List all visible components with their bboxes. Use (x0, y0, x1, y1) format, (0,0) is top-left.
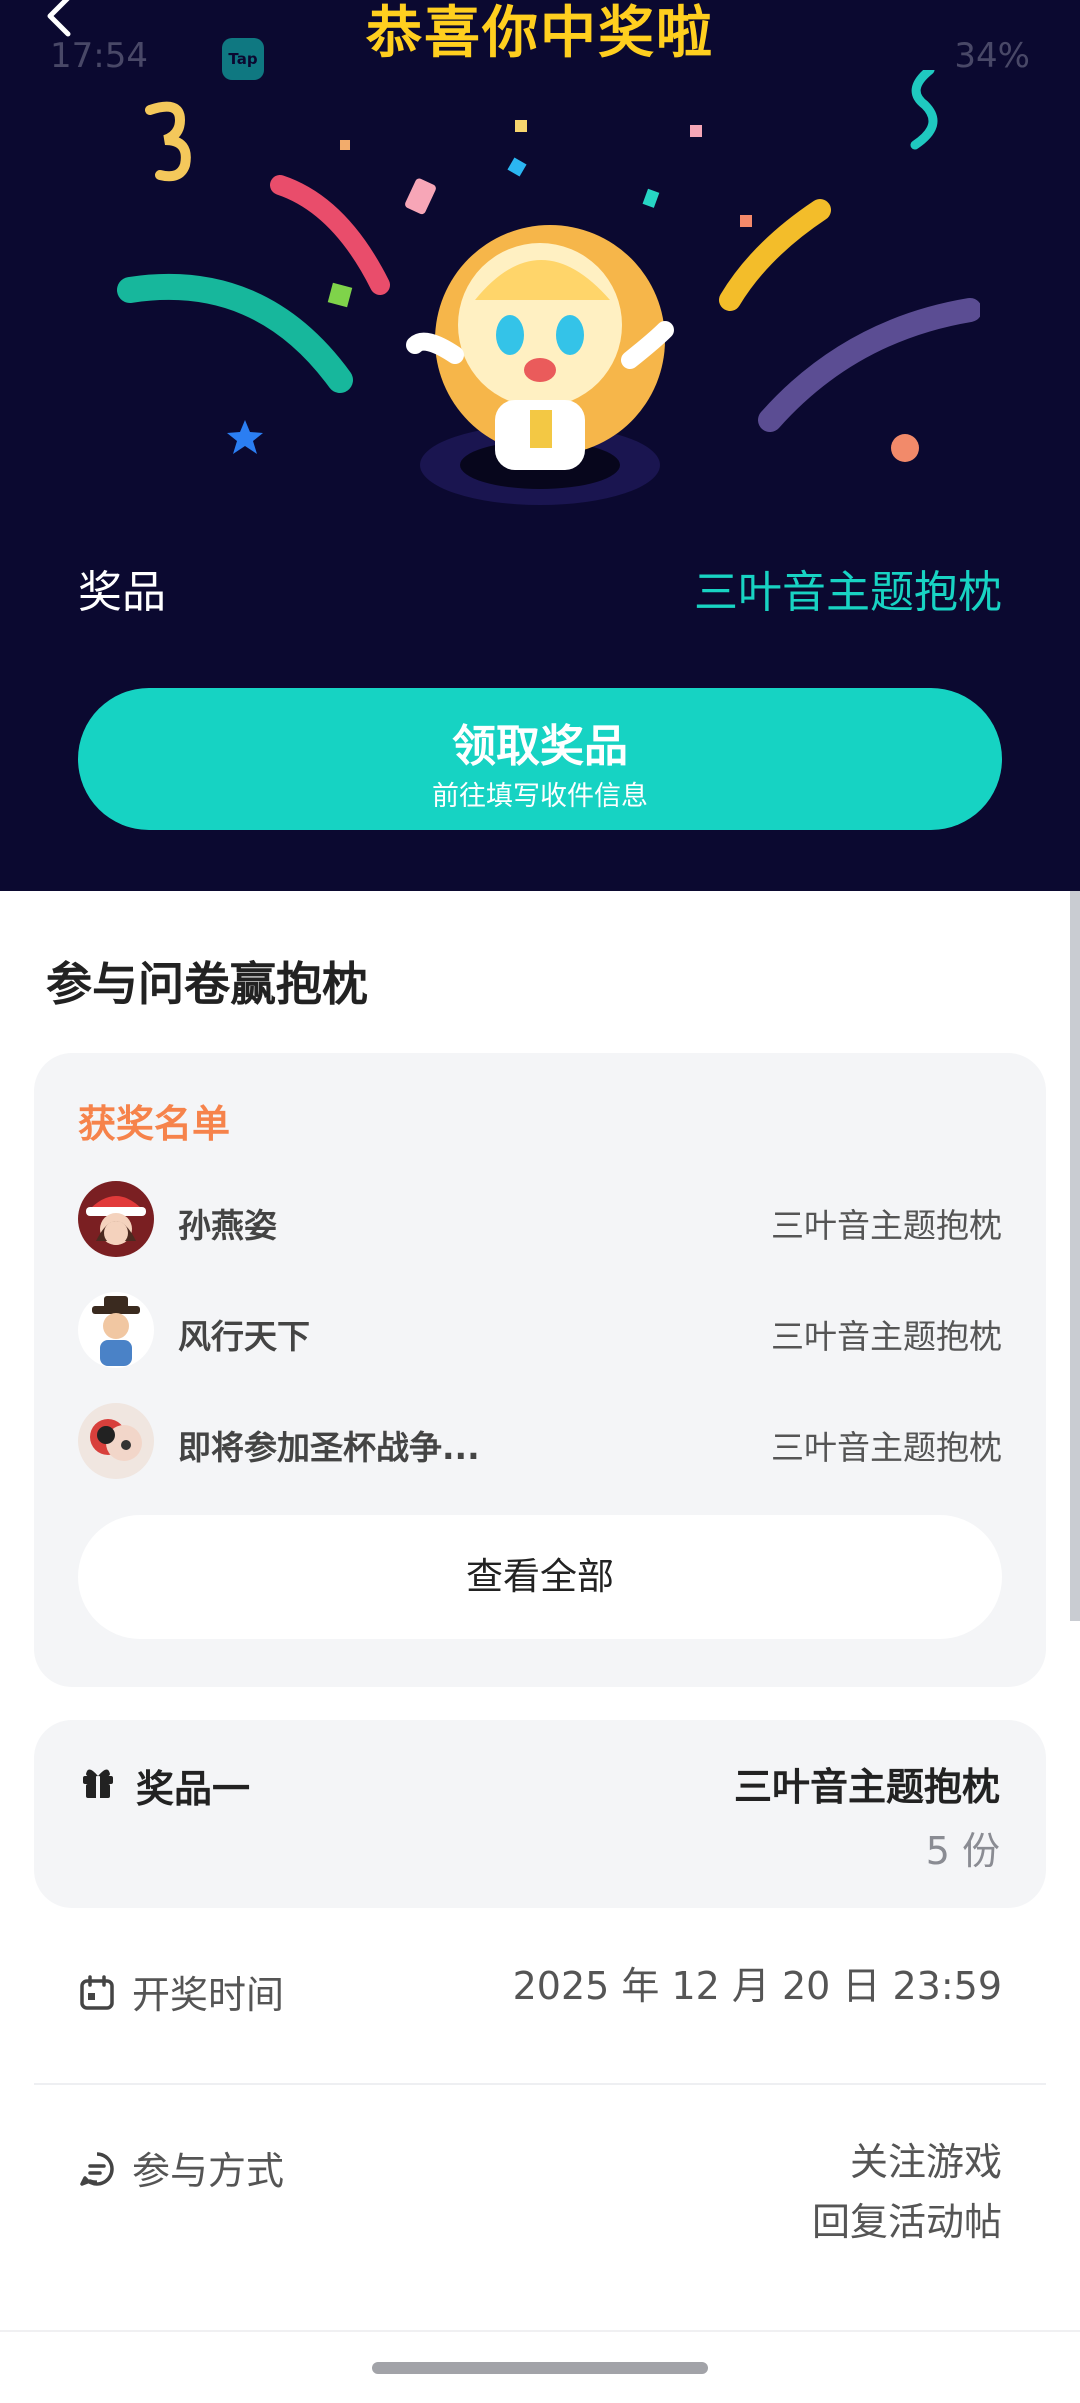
prize-row: 奖品 三叶音主题抱枕 (78, 556, 1002, 626)
divider (34, 2083, 1046, 2085)
winner-row[interactable]: 即将参加圣杯战争... 三叶音主题抱枕 (78, 1403, 1002, 1483)
participation-row: 参与方式 关注游戏 回复活动帖 (78, 2140, 1002, 2270)
prize-card: 奖品一 三叶音主题抱枕 5 份 (34, 1720, 1046, 1908)
draw-time-row: 开奖时间 2025 年 12 月 20 日 23:59 (78, 1964, 1002, 2034)
winner-name: 风行天下 (178, 1317, 310, 1356)
hero-banner: 17:54 Tap 34% 恭喜你中奖啦 奖品 三叶音主题抱枕 领取奖品 前往填… (0, 0, 1080, 891)
winner-prize: 三叶音主题抱枕 (771, 1206, 1002, 1245)
participation-label: 参与方式 (132, 2149, 285, 2193)
winner-name: 孙燕姿 (178, 1206, 277, 1245)
prize-card-value: 三叶音主题抱枕 (733, 1765, 1000, 1809)
draw-time-label: 开奖时间 (132, 1973, 285, 2017)
winner-row[interactable]: 孙燕姿 三叶音主题抱枕 (78, 1181, 1002, 1261)
activity-title: 参与问卷赢抱枕 (46, 957, 368, 1011)
chat-icon (80, 2152, 114, 2186)
claim-prize-sublabel: 前往填写收件信息 (432, 781, 648, 812)
avatar (78, 1292, 154, 1368)
scrollbar[interactable] (1070, 891, 1080, 1621)
calendar-icon (80, 1975, 114, 2010)
prize-card-label: 奖品一 (82, 1758, 250, 1813)
prize-card-label-text: 奖品一 (136, 1767, 251, 1811)
participation-line-1: 关注游戏 (849, 2140, 1002, 2184)
claim-prize-label: 领取奖品 (452, 721, 628, 772)
participation-value: 关注游戏 回复活动帖 (812, 2132, 1002, 2252)
winner-row[interactable]: 风行天下 三叶音主题抱枕 (78, 1292, 1002, 1372)
avatar (78, 1181, 154, 1257)
prize-label: 奖品 (78, 567, 166, 618)
winner-name: 即将参加圣杯战争... (178, 1428, 480, 1467)
winners-card: 获奖名单 孙燕姿 三叶音主题抱枕 风行天下 三叶音主题抱枕 即将参加圣杯战争..… (34, 1053, 1046, 1687)
prize-card-count: 5 份 (925, 1829, 1000, 1873)
celebration-illustration (117, 70, 980, 505)
avatar (78, 1403, 154, 1479)
participation-line-2: 回复活动帖 (811, 2200, 1002, 2244)
winner-prize: 三叶音主题抱枕 (771, 1428, 1002, 1467)
home-indicator[interactable] (372, 2362, 708, 2374)
winner-prize: 三叶音主题抱枕 (771, 1317, 1002, 1356)
view-all-button[interactable]: 查看全部 (78, 1515, 1002, 1639)
claim-prize-button[interactable]: 领取奖品 前往填写收件信息 (78, 688, 1002, 830)
winners-title: 获奖名单 (78, 1102, 231, 1146)
page-title: 恭喜你中奖啦 (366, 1, 714, 66)
draw-time-value: 2025 年 12 月 20 日 23:59 (512, 1964, 1002, 2008)
prize-value: 三叶音主题抱枕 (694, 567, 1002, 618)
